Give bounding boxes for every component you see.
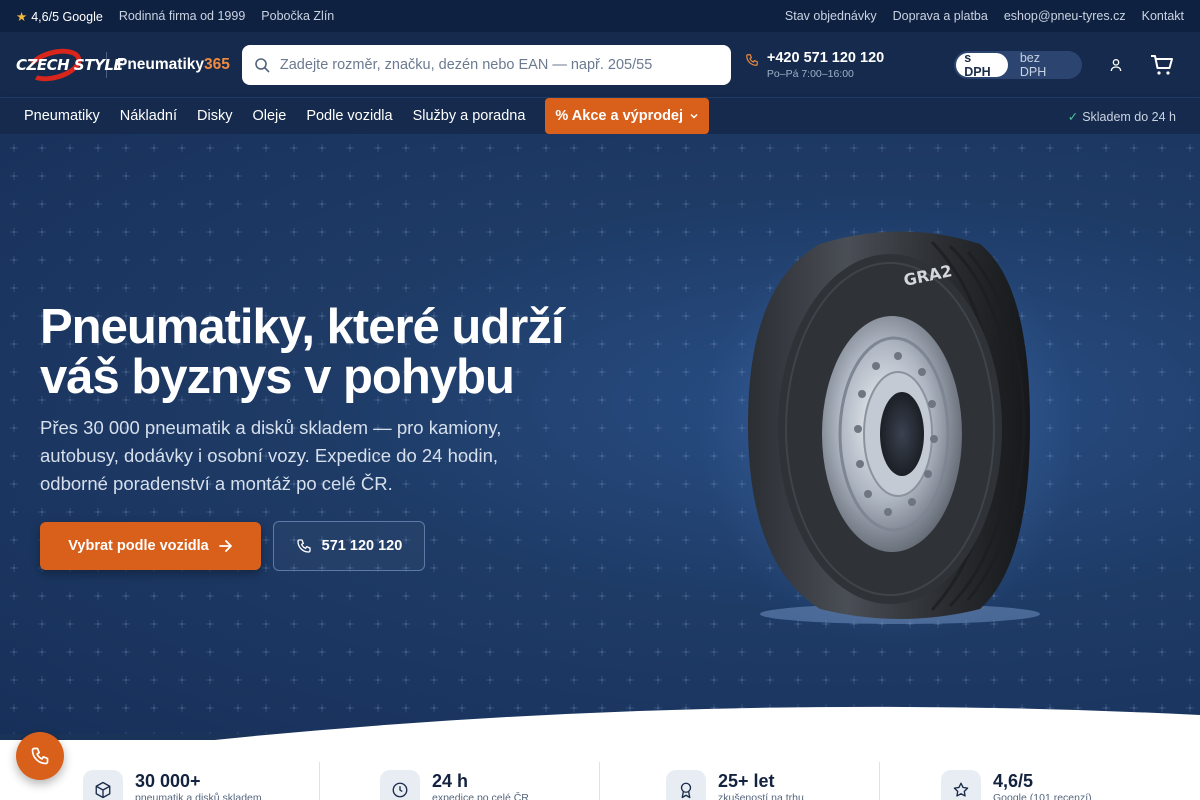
user-icon xyxy=(1110,58,1122,71)
email-link[interactable]: eshop@pneu-tyres.cz xyxy=(1004,9,1126,23)
search-placeholder: Zadejte rozměr, značku, dezén nebo EAN —… xyxy=(279,56,653,73)
box-icon xyxy=(95,781,111,799)
arrow-right-icon xyxy=(218,540,232,552)
stat-stock: 30 000+ pneumatik a disků skladem xyxy=(83,770,262,800)
top-bar: ★ 4,6/5 Google Rodinná firma od 1999 Pobo… xyxy=(0,0,1200,32)
award-icon xyxy=(680,782,692,799)
stock-note: ✓ Skladem do 24 h xyxy=(1067,109,1176,124)
header-phone[interactable]: +420 571 120 120 Po–Pá 7:00–16:00 xyxy=(745,50,884,80)
branch-link[interactable]: Pobočka Zlín xyxy=(261,9,334,23)
nav-item-oleje[interactable]: Oleje xyxy=(252,108,286,124)
hero: Pneumatiky, které udrží váš byznys v poh… xyxy=(0,134,1200,734)
nav-item-sluzby[interactable]: Služby a poradna xyxy=(413,108,526,124)
account-button[interactable] xyxy=(1108,57,1124,73)
phone-hours: Po–Pá 7:00–16:00 xyxy=(766,67,854,80)
contact-link[interactable]: Kontakt xyxy=(1142,9,1184,23)
nav-item-pneumatiky[interactable]: Pneumatiky xyxy=(24,108,100,124)
phone-icon xyxy=(297,539,311,553)
cart-icon xyxy=(1151,54,1174,75)
choose-by-vehicle-button[interactable]: Vybrat podle vozidla xyxy=(40,522,261,570)
call-button[interactable]: 571 120 120 xyxy=(273,521,425,571)
google-rating[interactable]: ★ 4,6/5 Google xyxy=(16,9,103,24)
clock-icon xyxy=(392,782,408,798)
brand-name: Pneumatiky365 xyxy=(117,55,230,73)
floating-call-button[interactable] xyxy=(16,732,64,780)
hero-title: Pneumatiky, které udrží váš byznys v poh… xyxy=(40,300,564,404)
star-icon xyxy=(953,782,969,797)
star-icon: ★ xyxy=(16,9,28,24)
search-icon xyxy=(255,57,270,72)
vat-toggle[interactable]: s DPH bez DPH xyxy=(954,50,1083,79)
phone-icon xyxy=(31,747,49,765)
truck-tire-image: GRA2 xyxy=(700,224,1070,644)
nav-item-podle-vozidla[interactable]: Podle vozidla xyxy=(306,108,392,124)
vat-excluded-option[interactable]: bez DPH xyxy=(1008,51,1080,79)
nav-item-disky[interactable]: Disky xyxy=(197,108,232,124)
order-status-link[interactable]: Stav objednávky xyxy=(785,9,877,23)
stat-experience: 25+ let zkušeností na trhu xyxy=(666,770,804,800)
logo[interactable]: CZECH STYLE Pneumatiky365 xyxy=(16,42,230,87)
nav-item-promo[interactable]: % Akce a výprodej xyxy=(545,98,710,134)
shipping-payment-link[interactable]: Doprava a platba xyxy=(893,9,988,23)
czech-style-logo: CZECH STYLE xyxy=(16,42,124,87)
check-icon: ✓ xyxy=(1067,109,1079,124)
chevron-down-icon xyxy=(690,113,698,119)
hero-subtitle: Přes 30 000 pneumatik a disků skladem — … xyxy=(40,417,502,494)
vat-included-option[interactable]: s DPH xyxy=(956,51,1008,79)
stat-shipping: 24 h expedice po celé ČR xyxy=(380,770,529,800)
stats-bar: 30 000+ pneumatik a disků skladem 24 h exp… xyxy=(0,740,1200,800)
cart-button[interactable] xyxy=(1150,54,1174,76)
stat-rating: 4,6/5 Google (101 recenzí) xyxy=(941,770,1092,800)
main-nav: Pneumatiky Nákladní Disky Oleje Podle vo… xyxy=(0,98,1200,134)
nav-item-nakladni[interactable]: Nákladní xyxy=(120,108,177,124)
search-input[interactable]: Zadejte rozměr, značku, dezén nebo EAN —… xyxy=(241,44,731,85)
header: CZECH STYLE Pneumatiky365 Zadejte rozměr… xyxy=(0,32,1200,98)
phone-number: +420 571 120 120 xyxy=(766,49,885,66)
phone-icon xyxy=(746,53,758,66)
family-firm-text: Rodinná firma od 1999 xyxy=(118,9,246,23)
